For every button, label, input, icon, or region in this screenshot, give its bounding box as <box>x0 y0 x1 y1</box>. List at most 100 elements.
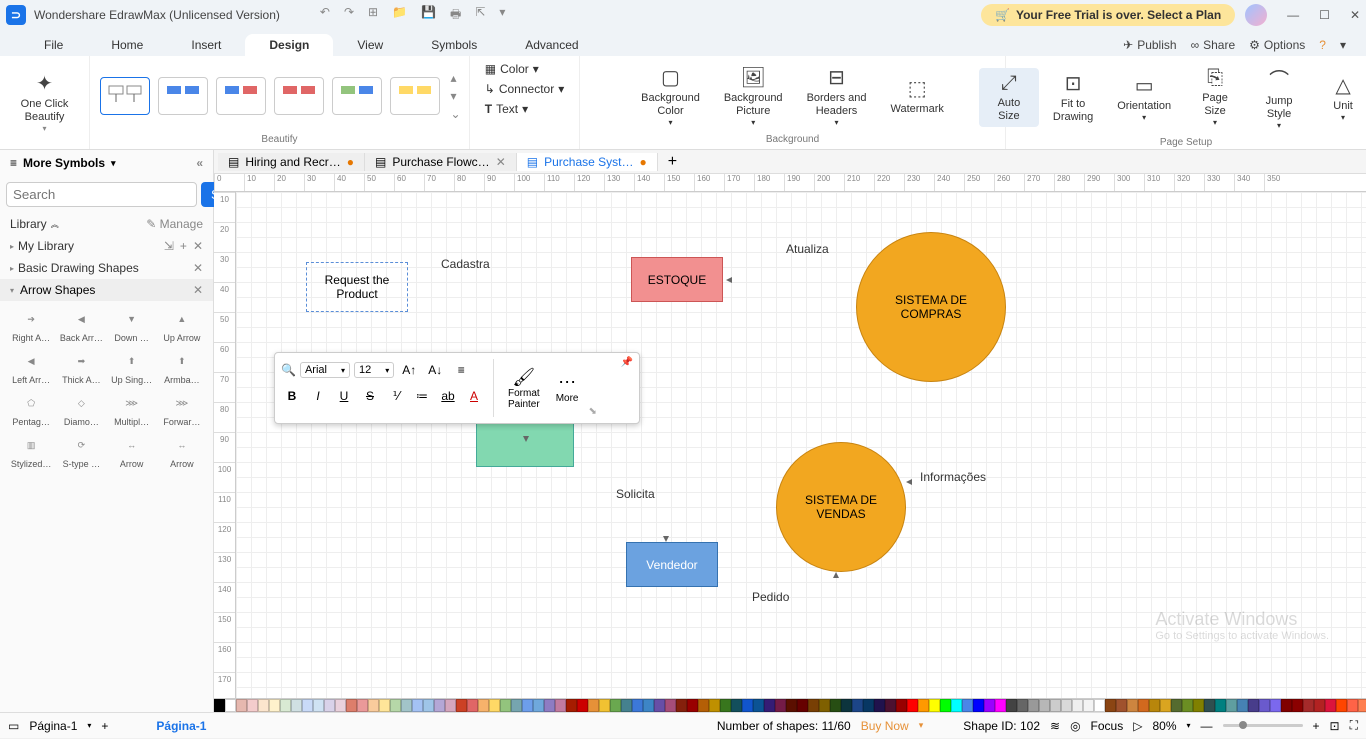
swatch[interactable] <box>665 699 676 712</box>
increase-font-icon[interactable]: A↑ <box>398 359 420 381</box>
swatch[interactable] <box>1028 699 1039 712</box>
swatch[interactable] <box>1336 699 1347 712</box>
swatch[interactable] <box>313 699 324 712</box>
shape-vendedor[interactable]: Vendedor <box>626 542 718 587</box>
floating-format-toolbar[interactable]: 📌 🔍 Arial▾ 12▾ A↑ A↓ ≡ B I <box>274 352 640 424</box>
shape-item[interactable]: ➔Right A… <box>8 305 54 343</box>
trial-banner[interactable]: 🛒 Your Free Trial is over. Select a Plan <box>981 4 1235 26</box>
shape-item[interactable]: ◀Back Arr… <box>58 305 104 343</box>
watermark-button[interactable]: ⬚Watermark <box>881 72 954 120</box>
swatch[interactable] <box>390 699 401 712</box>
swatch[interactable] <box>236 699 247 712</box>
swatch[interactable] <box>214 699 225 712</box>
swatch[interactable] <box>907 699 918 712</box>
swatch[interactable] <box>412 699 423 712</box>
swatch[interactable] <box>951 699 962 712</box>
swatch[interactable] <box>962 699 973 712</box>
focus-button[interactable]: Focus <box>1091 719 1124 733</box>
buy-dropdown-icon[interactable]: ▾ <box>919 720 924 731</box>
swatch[interactable] <box>654 699 665 712</box>
maximize-icon[interactable]: ☐ <box>1319 8 1330 22</box>
shape-estoque[interactable]: ESTOQUE <box>631 257 723 302</box>
swatch[interactable] <box>324 699 335 712</box>
swatch[interactable] <box>379 699 390 712</box>
swatch[interactable] <box>830 699 841 712</box>
focus-target-icon[interactable]: ◎ <box>1070 719 1080 733</box>
swatch[interactable] <box>1281 699 1292 712</box>
swatch[interactable] <box>676 699 687 712</box>
pin-icon[interactable]: 📌 <box>621 357 633 368</box>
swatch[interactable] <box>786 699 797 712</box>
options-button[interactable]: ⚙ Options <box>1249 38 1305 52</box>
shape-item[interactable]: ▼Down … <box>109 305 155 343</box>
strike-icon[interactable]: S <box>359 385 381 407</box>
borders-headers-button[interactable]: ⊟Borders and Headers▾ <box>797 61 877 132</box>
swatch[interactable] <box>467 699 478 712</box>
swatch[interactable] <box>434 699 445 712</box>
arrow-section-close-icon[interactable]: ✕ <box>193 283 203 297</box>
more-qat-icon[interactable]: ▾ <box>499 5 505 26</box>
swatch[interactable] <box>247 699 258 712</box>
redo-icon[interactable]: ↷ <box>344 5 354 26</box>
swatch[interactable] <box>841 699 852 712</box>
shape-item[interactable]: ⟳S-type … <box>58 431 104 469</box>
swatch[interactable] <box>1215 699 1226 712</box>
lib-remove-icon[interactable]: ✕ <box>193 239 203 253</box>
one-click-beautify-button[interactable]: ✦ One Click Beautify ▾ <box>11 67 79 138</box>
collapse-panel-icon[interactable]: « <box>196 156 203 170</box>
new-icon[interactable]: ⊞ <box>368 5 378 26</box>
swatch[interactable] <box>500 699 511 712</box>
italic-icon[interactable]: I <box>307 385 329 407</box>
swatch[interactable] <box>731 699 742 712</box>
swatch[interactable] <box>599 699 610 712</box>
unit-button[interactable]: △Unit▾ <box>1313 69 1366 127</box>
swatch[interactable] <box>302 699 313 712</box>
theme-prev-icon[interactable]: ▴ <box>450 71 460 85</box>
swatch[interactable] <box>258 699 269 712</box>
swatch[interactable] <box>489 699 500 712</box>
lib-import-icon[interactable]: ⇲ <box>164 239 174 253</box>
zoom-level[interactable]: 80% <box>1152 719 1176 733</box>
presentation-icon[interactable]: ▷ <box>1133 719 1142 733</box>
shape-item[interactable]: ➡Thick A… <box>58 347 104 385</box>
swatch[interactable] <box>1314 699 1325 712</box>
layers-icon[interactable]: ≋ <box>1050 719 1060 733</box>
basic-shapes-item[interactable]: Basic Drawing Shapes <box>18 261 139 275</box>
connector-dropdown[interactable]: ↳ Connector ▾ <box>481 80 568 98</box>
bold-icon[interactable]: B <box>281 385 303 407</box>
theme-style-3[interactable] <box>216 77 266 115</box>
doc-tab-purchase-system[interactable]: ▤ Purchase Syst… ● <box>517 153 658 171</box>
swatch[interactable] <box>687 699 698 712</box>
basic-remove-icon[interactable]: ✕ <box>193 261 203 275</box>
menu-home[interactable]: Home <box>87 34 167 56</box>
shape-item[interactable]: ↔Arrow <box>109 431 155 469</box>
swatch[interactable] <box>544 699 555 712</box>
swatch[interactable] <box>368 699 379 712</box>
library-label[interactable]: Library <box>10 217 47 231</box>
swatch[interactable] <box>797 699 808 712</box>
menu-more-icon[interactable]: ▾ <box>1340 38 1346 52</box>
minimize-icon[interactable]: — <box>1287 8 1299 22</box>
font-size-select[interactable]: 12▾ <box>354 362 394 378</box>
float-expand-icon[interactable]: ⬊ <box>588 406 596 417</box>
swatch[interactable] <box>709 699 720 712</box>
more-format-button[interactable]: ⋯ More <box>550 359 585 417</box>
swatch[interactable] <box>1083 699 1094 712</box>
doc-tab-hiring[interactable]: ▤ Hiring and Recr… ● <box>218 153 365 171</box>
shape-item[interactable]: ◀Left Arr… <box>8 347 54 385</box>
swatch[interactable] <box>1006 699 1017 712</box>
more-symbols-label[interactable]: More Symbols <box>23 156 105 170</box>
swatch[interactable] <box>1094 699 1105 712</box>
export-icon[interactable]: ⇱ <box>475 5 485 26</box>
swatch[interactable] <box>643 699 654 712</box>
help-icon[interactable]: ? <box>1319 38 1326 52</box>
swatch[interactable] <box>1061 699 1072 712</box>
theme-more-icon[interactable]: ⌄ <box>450 107 460 121</box>
pages-icon[interactable]: ▭ <box>8 719 19 733</box>
font-select[interactable]: Arial▾ <box>300 362 350 378</box>
swatch[interactable] <box>940 699 951 712</box>
open-icon[interactable]: 📁 <box>392 5 407 26</box>
background-color-button[interactable]: ▢Background Color▾ <box>631 61 710 132</box>
shape-item[interactable]: ⋙Forwar… <box>159 389 205 427</box>
swatch[interactable] <box>764 699 775 712</box>
